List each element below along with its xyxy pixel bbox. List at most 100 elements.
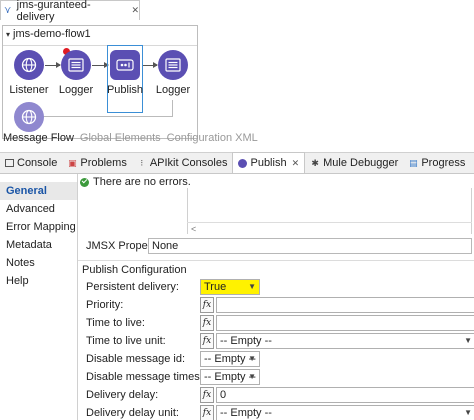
editor-tab[interactable]: ⋎ jms-guranteed-delivery ✕ [0,0,140,23]
time-to-live-unit-row: Time to live unit: fx -- Empty -- ▼ [86,333,474,351]
logger-icon [165,58,181,72]
debugger-icon: ✱ [311,158,319,168]
chevron-down-icon: ▼ [464,336,472,345]
tab-apikit-consoles[interactable]: ⁝ APIkit Consoles [132,153,233,173]
tab-label: Progress [421,157,466,169]
chevron-down-icon: ▼ [248,354,256,363]
status-message: There are no errors. [93,176,191,188]
view-tabbar: Console ▣ Problems ⁝ APIkit Consoles Pub… [0,152,474,174]
flow-return-line [172,100,173,116]
node-label-logger-2: Logger [155,84,191,96]
delivery-delay-input[interactable]: 0 [216,387,474,403]
disable-message-timestamp-row: Disable message timestamp: -- Empty -- ▼ [86,369,474,387]
check-icon [80,177,89,187]
globe-icon [21,57,37,73]
sidebar-item-metadata[interactable]: Metadata [0,236,77,254]
flow-container[interactable]: ▾ jms-demo-flow1 Listener Logger Publish… [2,25,198,139]
priority-input[interactable] [216,297,474,313]
status-line: There are no errors. [80,176,191,188]
fx-expression-toggle[interactable]: fx [200,315,214,331]
tab-label: Problems [80,157,127,169]
time-to-live-unit-select[interactable]: -- Empty -- ▼ [216,333,474,349]
mule-flow-icon: ⋎ [4,4,12,16]
sidebar-item-error-mapping[interactable]: Error Mapping [0,218,77,236]
console-icon [5,159,14,167]
chevron-down-icon: ▼ [248,372,256,381]
select-value: True [204,281,227,293]
tab-label: Publish [250,157,287,169]
delivery-delay-row: Delivery delay: fx 0 [86,387,474,405]
flow-arrow [143,62,158,68]
select-value: -- Empty -- [220,407,272,419]
properties-panel: General Advanced Error Mapping Metadata … [0,174,474,420]
sidebar-item-help[interactable]: Help [0,272,77,290]
sidebar-item-notes[interactable]: Notes [0,254,77,272]
fx-expression-toggle[interactable]: fx [200,297,214,313]
problems-icon: ▣ [68,158,77,168]
horizontal-scrollbar[interactable]: < [187,222,472,234]
progress-icon: ▤ [409,158,418,168]
flow-header[interactable]: ▾ jms-demo-flow1 [6,28,91,40]
disable-message-timestamp-select[interactable]: -- Empty -- ▼ [200,369,260,385]
tab-label: APIkit Consoles [149,157,228,169]
field-label: Delivery delay: [86,389,159,401]
section-title: Publish Configuration [82,264,187,276]
priority-row: Priority: fx [86,297,474,315]
globe-icon [21,109,37,125]
jms-publish-icon [116,59,134,71]
error-handler-node[interactable] [14,102,44,132]
jmsx-properties-field[interactable]: None [148,238,472,254]
sidebar-item-general[interactable]: General [0,182,77,200]
field-label: Time to live unit: [86,335,166,347]
logger-node-2[interactable] [158,50,188,80]
field-label: Persistent delivery: [86,281,179,293]
fx-expression-toggle[interactable]: fx [200,387,214,403]
fx-expression-toggle[interactable]: fx [200,333,214,349]
sidebar-item-advanced[interactable]: Advanced [0,200,77,218]
persistent-delivery-row: Persistent delivery: True ▼ [86,279,474,297]
tab-label: Mule Debugger [323,157,399,169]
time-to-live-input[interactable] [216,315,474,331]
logger-node-1[interactable] [61,50,91,80]
tab-progress[interactable]: ▤ Progress [403,153,470,173]
flow-divider [3,45,197,46]
field-label: Priority: [86,299,124,311]
tab-configuration-xml[interactable]: Configuration XML [167,132,258,144]
flow-name: jms-demo-flow1 [13,28,91,40]
chevron-down-icon: ▼ [248,282,256,291]
flow-arrow [92,62,109,68]
tab-global-elements[interactable]: Global Elements [80,132,161,144]
close-icon[interactable]: ✕ [131,5,139,16]
publish-node[interactable] [110,50,140,80]
editor-tabbar: ⋎ jms-guranteed-delivery ✕ [0,0,474,23]
persistent-delivery-select[interactable]: True ▼ [200,279,260,295]
tab-mule-debugger[interactable]: ✱ Mule Debugger [305,153,403,173]
logger-icon [68,58,84,72]
select-value: -- Empty -- [220,335,272,347]
delivery-delay-unit-select[interactable]: -- Empty -- ▼ [216,405,474,420]
tab-problems[interactable]: ▣ Problems [62,153,131,173]
flow-return-line [43,116,173,117]
disable-message-id-row: Disable message id: -- Empty -- ▼ [86,351,474,369]
publish-configuration-section: Publish Configuration Persistent deliver… [78,260,474,420]
apikit-icon: ⁝ [140,158,144,168]
tab-label: Console [17,157,58,169]
chevron-down-icon: ▼ [464,408,472,417]
field-label: Disable message id: [86,353,186,365]
tab-message-flow[interactable]: Message Flow [3,132,74,144]
listener-node[interactable] [14,50,44,80]
properties-sidebar: General Advanced Error Mapping Metadata … [0,174,78,420]
field-label: Delivery delay unit: [86,407,179,419]
fx-expression-toggle[interactable]: fx [200,405,214,420]
close-icon[interactable]: ✕ [292,158,300,169]
publish-icon [238,158,248,168]
properties-content: There are no errors. < JMSX Properties N… [78,174,474,420]
flow-canvas: ▾ jms-demo-flow1 Listener Logger Publish… [0,20,474,139]
field-label: Time to live: [86,317,145,329]
disable-message-id-select[interactable]: -- Empty -- ▼ [200,351,260,367]
time-to-live-row: Time to live: fx [86,315,474,333]
canvas-tabs: Message Flow Global Elements Configurati… [3,132,258,144]
tab-console[interactable]: Console [0,153,62,173]
chevron-down-icon[interactable]: ▾ [6,30,10,39]
tab-publish[interactable]: Publish ✕ [232,152,306,173]
